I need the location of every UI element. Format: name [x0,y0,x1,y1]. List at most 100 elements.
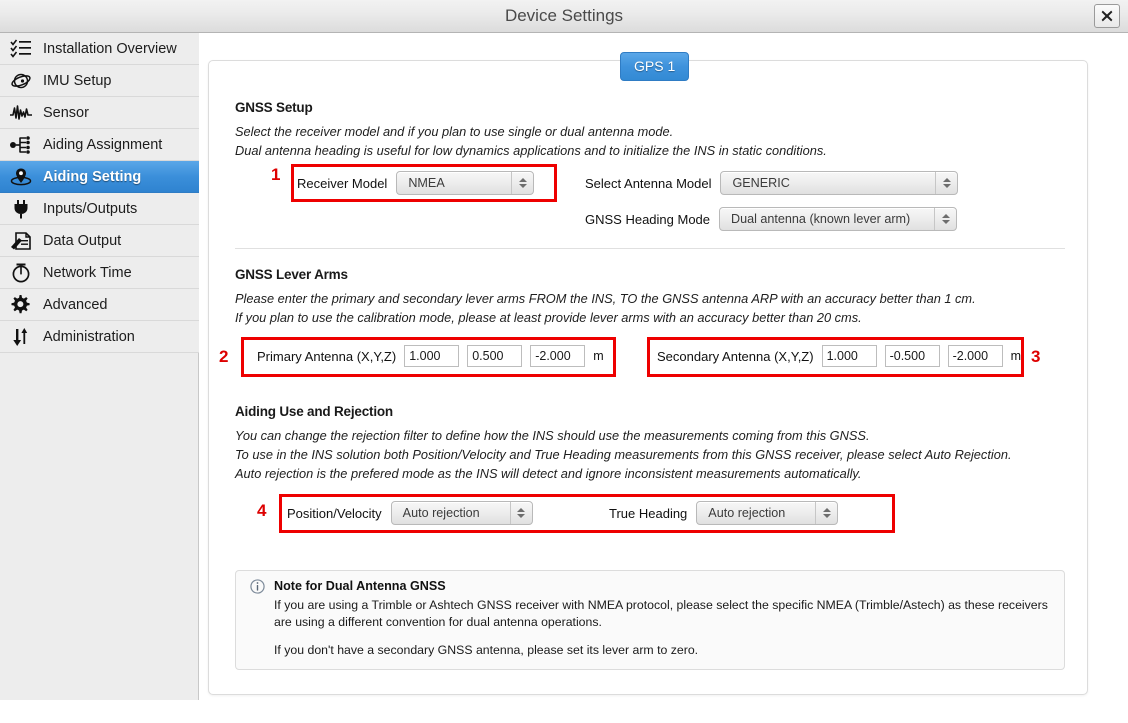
true-heading-select[interactable]: Auto rejection [696,501,839,525]
sidebar-item-label: Inputs/Outputs [43,200,138,217]
note-paragraph-1: If you are using a Trimble or Ashtech GN… [274,598,1048,629]
info-icon [250,579,265,599]
page-title: Device Settings [504,6,624,25]
antenna-model-select[interactable]: GENERIC [720,171,959,195]
location-pin-icon [8,164,34,190]
primary-antenna-row: Primary Antenna (X,Y,Z) m [257,345,604,367]
chevron-updown-icon [511,172,533,194]
note-title: Note for Dual Antenna GNSS [274,579,446,593]
description-line: Auto rejection is the prefered mode as t… [235,466,862,481]
antenna-model-row: Select Antenna Model GENERIC [585,171,959,195]
primary-antenna-y-input[interactable] [467,345,523,367]
description-line: Please enter the primary and secondary l… [235,291,976,306]
close-button[interactable] [1094,4,1120,28]
sidebar-item-network-time[interactable]: Network Time [0,257,199,289]
sidebar-item-aiding-setting[interactable]: Aiding Setting [0,161,199,193]
aiding-rejection-section: Aiding Use and Rejection You can change … [235,404,1065,483]
secondary-antenna-label: Secondary Antenna (X,Y,Z) [657,348,814,364]
section-title: Aiding Use and Rejection [235,404,393,419]
position-velocity-value: Auto rejection [402,506,480,520]
imu-icon [8,68,34,94]
sidebar-item-label: Network Time [43,264,132,281]
plug-icon [8,196,34,222]
secondary-antenna-row: Secondary Antenna (X,Y,Z) m [657,345,1021,367]
secondary-antenna-z-input[interactable] [947,345,1003,367]
stopwatch-icon [8,260,34,286]
sidebar-item-imu-setup[interactable]: IMU Setup [0,65,199,97]
primary-antenna-x-input[interactable] [404,345,460,367]
secondary-antenna-y-input[interactable] [884,345,940,367]
chevron-updown-icon [815,502,837,524]
gnss-setup-section: GNSS Setup Select the receiver model and… [235,100,1065,160]
lever-arms-section: GNSS Lever Arms Please enter the primary… [235,267,1065,327]
waveform-icon [8,100,34,126]
description-line: Dual antenna heading is useful for low d… [235,143,827,158]
sidebar-item-aiding-assignment[interactable]: Aiding Assignment [0,129,199,161]
heading-mode-value: Dual antenna (known lever arm) [731,212,911,226]
note-box: Note for Dual Antenna GNSS If you are us… [235,570,1065,670]
note-paragraph-2: If you don't have a secondary GNSS anten… [274,643,699,657]
chevron-updown-icon [935,172,957,194]
checklist-icon [8,36,34,62]
sidebar-item-label: Aiding Setting [43,168,142,185]
description-line: To use in the INS solution both Position… [235,447,1012,462]
chevron-updown-icon [509,502,532,524]
up-down-arrows-icon [8,324,34,350]
description-line: If you plan to use the calibration mode,… [235,310,862,325]
antenna-model-value: GENERIC [732,176,790,190]
main-content: GPS 1 GNSS Setup Select the receiver mod… [200,33,1128,700]
receiver-model-row: Receiver Model NMEA [297,171,535,195]
sidebar-filler [0,353,198,365]
true-heading-row: True Heading Auto rejection [609,501,839,525]
sidebar-item-inputs-outputs[interactable]: Inputs/Outputs [0,193,199,225]
sidebar: Installation Overview IMU Setup Sensor A… [0,33,199,700]
sidebar-item-label: Installation Overview [43,40,177,57]
description-line: You can change the rejection filter to d… [235,428,870,443]
primary-antenna-z-input[interactable] [530,345,586,367]
settings-panel: GNSS Setup Select the receiver model and… [208,60,1088,695]
position-velocity-label: Position/Velocity [287,505,382,521]
primary-antenna-unit: m [593,349,604,363]
section-description: Select the receiver model and if you pla… [235,122,1065,160]
antenna-model-label: Select Antenna Model [585,175,712,191]
sidebar-item-label: Administration [43,328,135,345]
tab-gps-1[interactable]: GPS 1 [620,52,690,81]
annotation-marker-4: 4 [257,501,267,520]
sidebar-item-label: Advanced [43,296,108,313]
description-line: Select the receiver model and if you pla… [235,124,674,139]
true-heading-label: True Heading [609,505,688,521]
heading-mode-select[interactable]: Dual antenna (known lever arm) [719,207,958,231]
true-heading-value: Auto rejection [708,506,786,520]
sidebar-item-sensor[interactable]: Sensor [0,97,199,129]
gear-icon [8,292,34,318]
position-velocity-row: Position/Velocity Auto rejection [287,501,533,525]
sidebar-item-advanced[interactable]: Advanced [0,289,199,321]
window-titlebar: Device Settings [0,0,1128,33]
sidebar-item-administration[interactable]: Administration [0,321,199,353]
secondary-antenna-unit: m [1010,349,1021,363]
section-title: GNSS Lever Arms [235,267,348,282]
sidebar-item-label: Data Output [43,232,122,249]
annotation-marker-3: 3 [1031,347,1041,366]
sidebar-item-label: IMU Setup [43,72,112,89]
secondary-antenna-x-input[interactable] [821,345,877,367]
section-divider [235,248,1065,249]
receiver-model-value: NMEA [408,176,445,190]
receiver-model-label: Receiver Model [297,175,388,191]
section-description: You can change the rejection filter to d… [235,426,1065,483]
annotation-marker-2: 2 [219,347,229,366]
sidebar-item-data-output[interactable]: Data Output [0,225,199,257]
primary-antenna-label: Primary Antenna (X,Y,Z) [257,348,397,364]
sidebar-item-label: Sensor [43,104,89,121]
heading-mode-label: GNSS Heading Mode [585,211,711,227]
receiver-model-select[interactable]: NMEA [396,171,535,195]
node-tree-icon [8,132,34,158]
close-icon [1101,10,1113,22]
annotation-marker-1: 1 [271,165,281,184]
sidebar-item-installation-overview[interactable]: Installation Overview [0,33,199,65]
heading-mode-row: GNSS Heading Mode Dual antenna (known le… [585,207,958,231]
section-title: GNSS Setup [235,100,313,115]
chevron-updown-icon [934,208,956,230]
position-velocity-select[interactable]: Auto rejection [390,501,533,525]
section-description: Please enter the primary and secondary l… [235,289,1065,327]
